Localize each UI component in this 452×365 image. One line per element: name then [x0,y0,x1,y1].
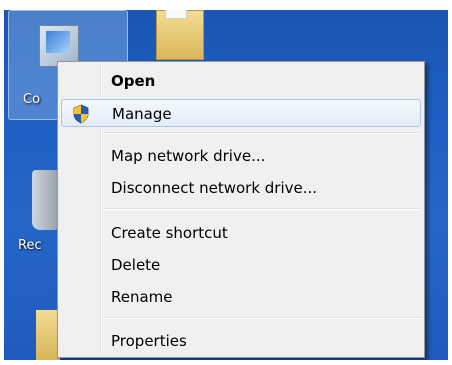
menu-item-label: Open [111,72,156,90]
folder-icon[interactable] [156,10,204,60]
menu-item-label: Map network drive... [111,147,266,165]
menu-item-rename[interactable]: Rename [61,283,421,311]
menu-item-label: Properties [111,332,187,350]
menu-item-disconnect-network-drive[interactable]: Disconnect network drive... [61,174,421,202]
menu-separator [104,208,421,210]
menu-item-label: Manage [112,105,172,123]
menu-item-manage[interactable]: Manage [61,99,421,127]
recycle-bin-label: Rec [18,238,42,253]
menu-item-label: Create shortcut [111,224,228,242]
context-menu: Open Manage Map network drive... Disconn… [57,61,425,358]
menu-item-open[interactable]: Open [61,67,421,95]
desktop: Co Rec Open Manage Map network drive... … [4,10,448,360]
menu-item-create-shortcut[interactable]: Create shortcut [61,219,421,247]
menu-item-delete[interactable]: Delete [61,251,421,279]
menu-item-properties[interactable]: Properties [61,327,421,355]
menu-item-label: Rename [111,288,173,306]
menu-separator [104,317,421,319]
menu-separator [104,132,421,134]
menu-item-label: Delete [111,256,161,274]
menu-item-label: Disconnect network drive... [111,179,318,197]
menu-item-map-network-drive[interactable]: Map network drive... [61,142,421,170]
computer-icon-label: Co [23,92,41,107]
uac-shield-icon [73,104,89,124]
